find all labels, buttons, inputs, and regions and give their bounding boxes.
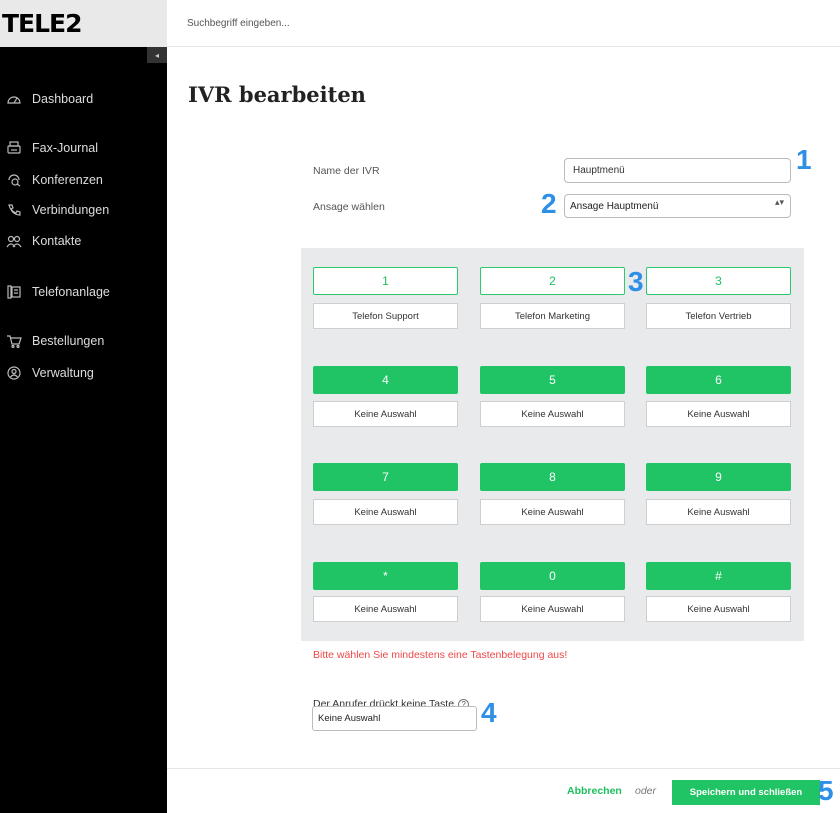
key-2-button[interactable]: 2 [480, 267, 625, 295]
sidebar-item-telefonanlage[interactable]: Telefonanlage [0, 281, 167, 303]
announcement-select[interactable]: Ansage Hauptmenü ▴▾ [564, 194, 791, 218]
key-5-button[interactable]: 5 [480, 366, 625, 394]
error-message: Bitte wählen Sie mindestens eine Tastenb… [313, 649, 568, 661]
dashboard-icon [6, 92, 24, 106]
sidebar-item-kontakte[interactable]: Kontakte [0, 230, 167, 252]
page-title: IVR bearbeiten [188, 82, 366, 107]
logo-area: TELE2 [0, 0, 167, 47]
key-0-button[interactable]: 0 [480, 562, 625, 590]
sidebar-item-bestellungen[interactable]: Bestellungen [0, 330, 167, 352]
key-6-button[interactable]: 6 [646, 366, 791, 394]
sidebar-item-label: Konferenzen [32, 173, 103, 187]
conference-icon [6, 173, 24, 187]
sidebar-item-konferenzen[interactable]: Konferenzen [0, 169, 167, 191]
footer-bar: Abbrechen oder Speichern und schließen [167, 768, 840, 813]
tele2-logo[interactable]: TELE2 [2, 9, 83, 38]
key-7-assignment[interactable]: Keine Auswahl [313, 499, 458, 525]
key-4-button[interactable]: 4 [313, 366, 458, 394]
key-9-button[interactable]: 9 [646, 463, 791, 491]
select-arrows-icon: ▴▾ [774, 197, 784, 207]
sidebar-item-label: Verbindungen [32, 203, 110, 217]
annotation-marker-5: 5 [818, 775, 834, 806]
no-key-select[interactable]: Keine Auswahl [312, 706, 477, 731]
key-hash-assignment[interactable]: Keine Auswahl [646, 596, 791, 622]
key-1-button[interactable]: 1 [313, 267, 458, 295]
key-4-assignment[interactable]: Keine Auswahl [313, 401, 458, 427]
sidebar-item-label: Verwaltung [32, 366, 94, 380]
key-1-assignment[interactable]: Telefon Support [313, 303, 458, 329]
key-6-assignment[interactable]: Keine Auswahl [646, 401, 791, 427]
key-8-button[interactable]: 8 [480, 463, 625, 491]
key-8-assignment[interactable]: Keine Auswahl [480, 499, 625, 525]
key-3-button[interactable]: 3 [646, 267, 791, 295]
phone-icon [6, 203, 24, 217]
key-star-assignment[interactable]: Keine Auswahl [313, 596, 458, 622]
cancel-link[interactable]: Abbrechen [567, 785, 622, 797]
sidebar-item-verwaltung[interactable]: Verwaltung [0, 362, 167, 384]
ivr-name-field[interactable] [564, 158, 791, 183]
key-0-assignment[interactable]: Keine Auswahl [480, 596, 625, 622]
key-3-assignment[interactable]: Telefon Vertrieb [646, 303, 791, 329]
announcement-label: Ansage wählen [313, 201, 385, 213]
key-7-button[interactable]: 7 [313, 463, 458, 491]
key-2-assignment[interactable]: Telefon Marketing [480, 303, 625, 329]
sidebar-item-fax-journal[interactable]: Fax-Journal [0, 137, 167, 159]
search-input[interactable] [187, 13, 587, 33]
sidebar: TELE2 ◂ Dashboard Fax-Journal Konferenze… [0, 0, 167, 813]
sidebar-item-label: Bestellungen [32, 334, 105, 348]
annotation-marker-1: 1 [796, 144, 812, 175]
sidebar-collapse-button[interactable]: ◂ [147, 47, 167, 63]
annotation-marker-3: 3 [628, 266, 644, 297]
key-hash-button[interactable]: # [646, 562, 791, 590]
cart-icon [6, 334, 24, 349]
sidebar-item-label: Fax-Journal [32, 141, 98, 155]
ivr-name-label: Name der IVR [313, 165, 380, 177]
keypad-panel: 1 Telefon Support 2 Telefon Marketing 3 … [301, 248, 804, 641]
fax-icon [6, 141, 24, 155]
key-5-assignment[interactable]: Keine Auswahl [480, 401, 625, 427]
or-text: oder [635, 785, 657, 797]
sidebar-item-label: Kontakte [32, 234, 82, 248]
phone-system-icon [6, 285, 24, 299]
no-key-select-value: Keine Auswahl [318, 713, 381, 724]
sidebar-item-label: Telefonanlage [32, 285, 110, 299]
sidebar-item-verbindungen[interactable]: Verbindungen [0, 199, 167, 221]
key-star-button[interactable]: * [313, 562, 458, 590]
save-and-close-button[interactable]: Speichern und schließen [672, 780, 820, 805]
annotation-marker-2: 2 [541, 188, 557, 219]
top-bar [167, 0, 840, 47]
contacts-icon [6, 234, 24, 248]
announcement-select-value: Ansage Hauptmenü [570, 200, 659, 212]
sidebar-item-label: Dashboard [32, 92, 94, 106]
sidebar-item-dashboard[interactable]: Dashboard [0, 88, 167, 110]
user-icon [6, 366, 24, 380]
annotation-marker-4: 4 [481, 697, 497, 728]
key-9-assignment[interactable]: Keine Auswahl [646, 499, 791, 525]
